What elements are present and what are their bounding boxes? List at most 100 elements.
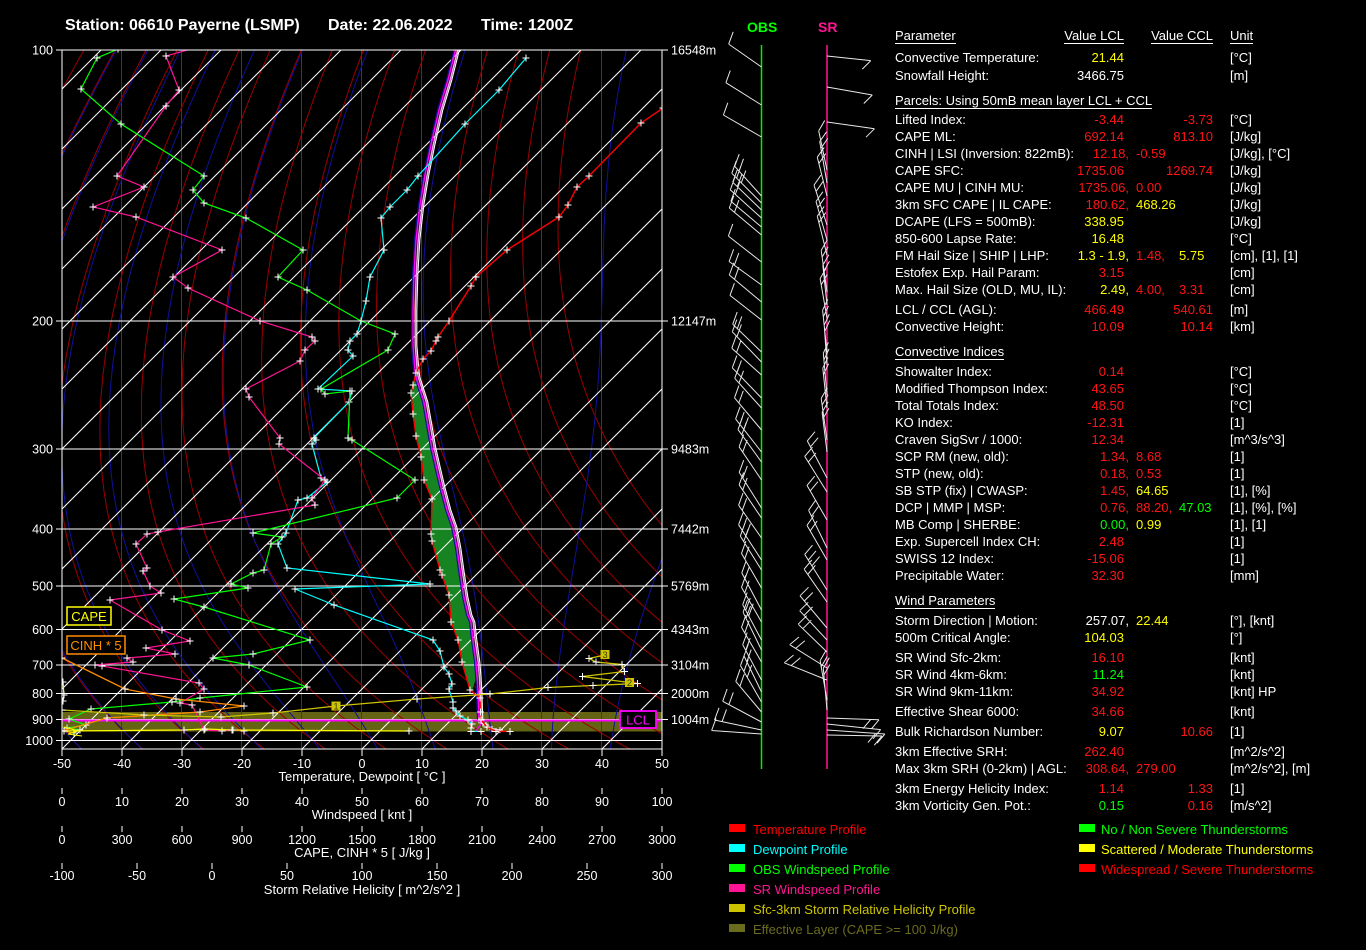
- svg-text:3.31: 3.31: [1179, 282, 1204, 297]
- svg-text:DCAPE (LFS = 500mB):: DCAPE (LFS = 500mB):: [895, 214, 1036, 229]
- svg-text:[m]: [m]: [1230, 68, 1248, 83]
- svg-text:12.18,: 12.18,: [1093, 146, 1129, 161]
- svg-text:4.00,: 4.00,: [1136, 282, 1165, 297]
- svg-text:[J/kg]: [J/kg]: [1230, 214, 1261, 229]
- svg-text:STP (new, old):: STP (new, old):: [895, 466, 984, 481]
- svg-text:16548m: 16548m: [671, 44, 716, 58]
- svg-text:466.49: 466.49: [1084, 302, 1124, 317]
- svg-text:1: 1: [333, 702, 338, 713]
- svg-text:813.10: 813.10: [1173, 129, 1213, 144]
- svg-text:1735.06: 1735.06: [1077, 163, 1124, 178]
- svg-text:KO Index:: KO Index:: [895, 415, 953, 430]
- svg-text:-100: -100: [49, 869, 74, 883]
- svg-text:692.14: 692.14: [1084, 129, 1124, 144]
- svg-text:Value LCL: Value LCL: [1064, 28, 1124, 43]
- svg-text:3466.75: 3466.75: [1077, 68, 1124, 83]
- svg-text:10.14: 10.14: [1180, 319, 1213, 334]
- svg-text:540.61: 540.61: [1173, 302, 1213, 317]
- svg-text:Craven SigSvr / 1000:: Craven SigSvr / 1000:: [895, 432, 1022, 447]
- svg-text:600: 600: [172, 833, 193, 847]
- svg-text:Date: 22.06.2022: Date: 22.06.2022: [328, 17, 453, 34]
- svg-text:600: 600: [32, 623, 53, 637]
- svg-text:40: 40: [595, 757, 609, 771]
- svg-text:12147m: 12147m: [671, 315, 716, 329]
- svg-text:300: 300: [112, 833, 133, 847]
- svg-text:300: 300: [652, 869, 673, 883]
- svg-text:[J/kg]: [J/kg]: [1230, 129, 1261, 144]
- svg-text:200: 200: [32, 315, 53, 329]
- svg-text:CAPE MU | CINH MU:: CAPE MU | CINH MU:: [895, 180, 1024, 195]
- svg-text:2400: 2400: [528, 833, 556, 847]
- svg-text:1735.06,: 1735.06,: [1078, 180, 1129, 195]
- svg-text:43.65: 43.65: [1091, 381, 1124, 396]
- svg-text:1000: 1000: [25, 734, 53, 748]
- svg-text:Temperature Profile: Temperature Profile: [753, 822, 866, 837]
- svg-text:[knt] HP: [knt] HP: [1230, 684, 1276, 699]
- svg-text:5769m: 5769m: [671, 580, 709, 594]
- svg-text:[°C]: [°C]: [1230, 364, 1252, 379]
- svg-text:60: 60: [415, 795, 429, 809]
- svg-text:Lifted Index:: Lifted Index:: [895, 112, 966, 127]
- svg-text:5.75: 5.75: [1179, 248, 1204, 263]
- svg-text:CAPE, CINH * 5 [ J/kg ]: CAPE, CINH * 5 [ J/kg ]: [294, 845, 430, 860]
- svg-text:[1], [%], [%]: [1], [%], [%]: [1230, 500, 1296, 515]
- svg-text:OBS Windspeed Profile: OBS Windspeed Profile: [753, 862, 890, 877]
- svg-text:Total Totals Index:: Total Totals Index:: [895, 398, 999, 413]
- svg-text:1.45,: 1.45,: [1100, 483, 1129, 498]
- svg-text:500: 500: [32, 580, 53, 594]
- svg-text:308.64,: 308.64,: [1086, 761, 1129, 776]
- svg-text:20: 20: [475, 757, 489, 771]
- svg-text:80: 80: [535, 795, 549, 809]
- svg-text:0.00: 0.00: [1136, 180, 1161, 195]
- svg-text:-30: -30: [173, 757, 191, 771]
- svg-text:SR: SR: [818, 19, 837, 35]
- svg-text:100: 100: [652, 795, 673, 809]
- svg-text:200: 200: [502, 869, 523, 883]
- svg-text:850-600 Lapse Rate:: 850-600 Lapse Rate:: [895, 231, 1016, 246]
- svg-text:32.30: 32.30: [1091, 568, 1124, 583]
- svg-text:-50: -50: [128, 869, 146, 883]
- svg-text:[J/kg]: [J/kg]: [1230, 163, 1261, 178]
- svg-text:Showalter Index:: Showalter Index:: [895, 364, 992, 379]
- svg-text:3km Vorticity Gen. Pot.:: 3km Vorticity Gen. Pot.:: [895, 798, 1031, 813]
- svg-text:0: 0: [209, 869, 216, 883]
- svg-text:MB Comp | SHERBE:: MB Comp | SHERBE:: [895, 517, 1020, 532]
- svg-text:1.34,: 1.34,: [1100, 449, 1129, 464]
- svg-text:Max 3km SRH (0-2km) | AGL:: Max 3km SRH (0-2km) | AGL:: [895, 761, 1067, 776]
- svg-text:[°], [knt]: [°], [knt]: [1230, 613, 1274, 628]
- svg-text:SR Wind 4km-6km:: SR Wind 4km-6km:: [895, 667, 1007, 682]
- svg-text:500m Critical Angle:: 500m Critical Angle:: [895, 630, 1011, 645]
- svg-text:-20: -20: [233, 757, 251, 771]
- svg-text:0.99: 0.99: [1136, 517, 1161, 532]
- svg-text:[1]: [1]: [1230, 724, 1244, 739]
- svg-text:-40: -40: [113, 757, 131, 771]
- svg-text:48.50: 48.50: [1091, 398, 1124, 413]
- svg-text:SB STP (fix) | CWASP:: SB STP (fix) | CWASP:: [895, 483, 1028, 498]
- svg-text:[J/kg], [°C]: [J/kg], [°C]: [1230, 146, 1290, 161]
- svg-text:[°]: [°]: [1230, 630, 1242, 645]
- svg-text:Snowfall Height:: Snowfall Height:: [895, 68, 989, 83]
- svg-text:88.20,: 88.20,: [1136, 500, 1172, 515]
- svg-text:12.34: 12.34: [1091, 432, 1124, 447]
- svg-text:16.48: 16.48: [1091, 231, 1124, 246]
- svg-text:34.92: 34.92: [1091, 684, 1124, 699]
- svg-text:64.65: 64.65: [1136, 483, 1169, 498]
- svg-text:Storm Relative Helicity [ m^2: Storm Relative Helicity [ m^2/s^2 ]: [264, 882, 460, 897]
- svg-text:262.40: 262.40: [1084, 744, 1124, 759]
- svg-text:-0.59: -0.59: [1136, 146, 1166, 161]
- svg-text:[m/s^2]: [m/s^2]: [1230, 798, 1272, 813]
- svg-text:50: 50: [280, 869, 294, 883]
- svg-text:Modified Thompson Index:: Modified Thompson Index:: [895, 381, 1048, 396]
- svg-text:180.62,: 180.62,: [1086, 197, 1129, 212]
- svg-text:22.44: 22.44: [1136, 613, 1169, 628]
- svg-text:250: 250: [577, 869, 598, 883]
- svg-text:3000: 3000: [648, 833, 676, 847]
- svg-text:-12.31: -12.31: [1087, 415, 1124, 430]
- svg-text:LCL / CCL (AGL):: LCL / CCL (AGL):: [895, 302, 997, 317]
- svg-text:0.00,: 0.00,: [1100, 517, 1129, 532]
- svg-text:1.48,: 1.48,: [1136, 248, 1165, 263]
- svg-text:8.68: 8.68: [1136, 449, 1161, 464]
- svg-text:Time: 1200Z: Time: 1200Z: [481, 17, 573, 34]
- svg-text:3km Energy Helicity Index:: 3km Energy Helicity Index:: [895, 781, 1049, 796]
- svg-text:DCP | MMP | MSP:: DCP | MMP | MSP:: [895, 500, 1005, 515]
